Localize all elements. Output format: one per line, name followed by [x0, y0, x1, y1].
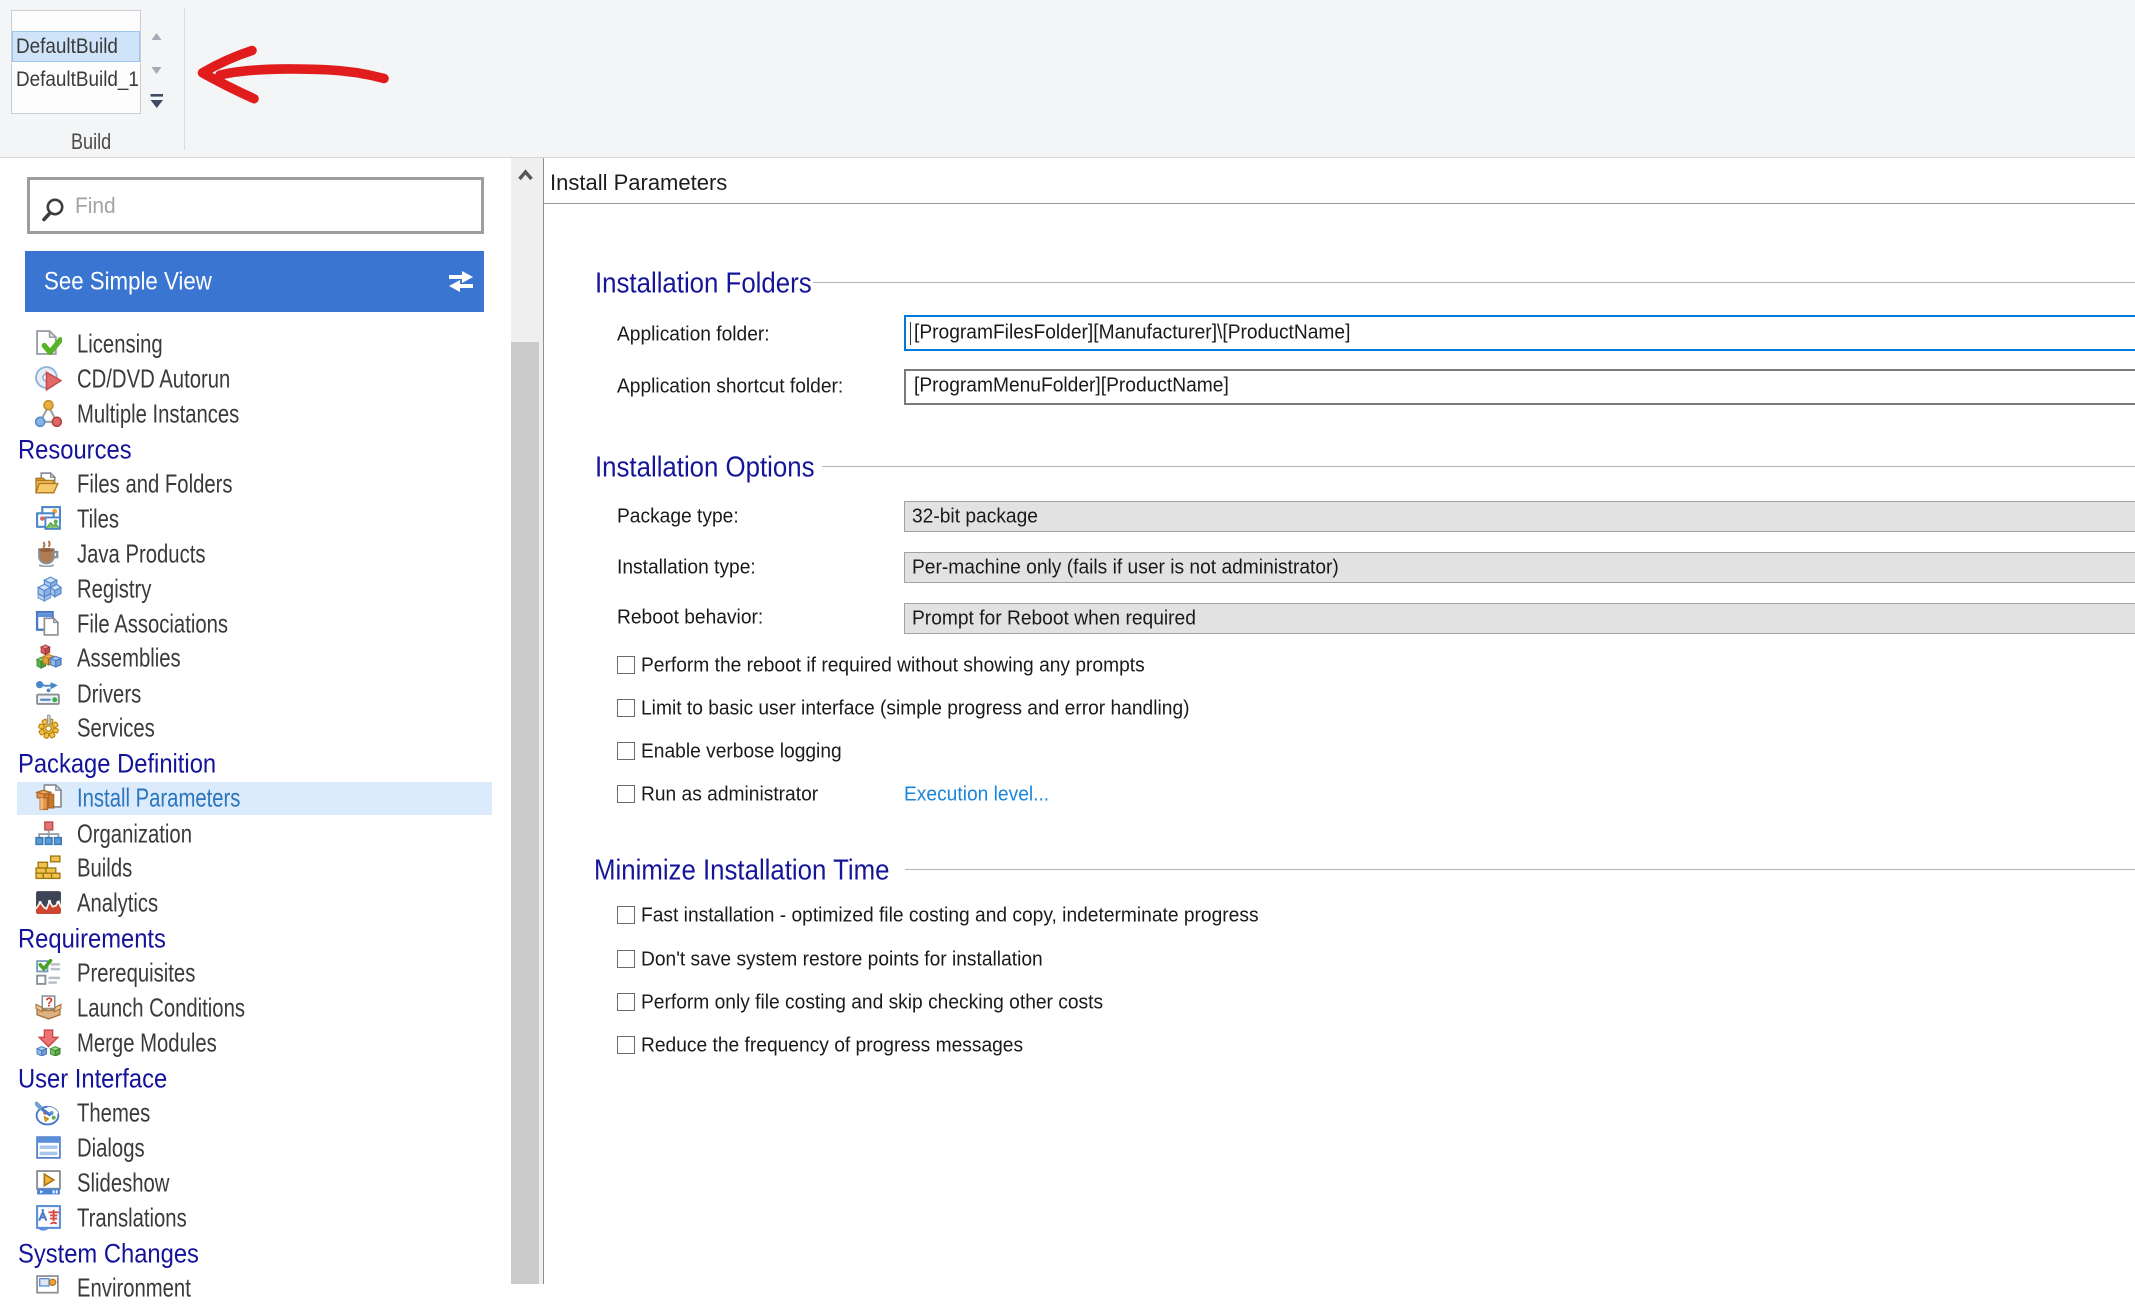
svg-text:?: ? [45, 995, 53, 1009]
